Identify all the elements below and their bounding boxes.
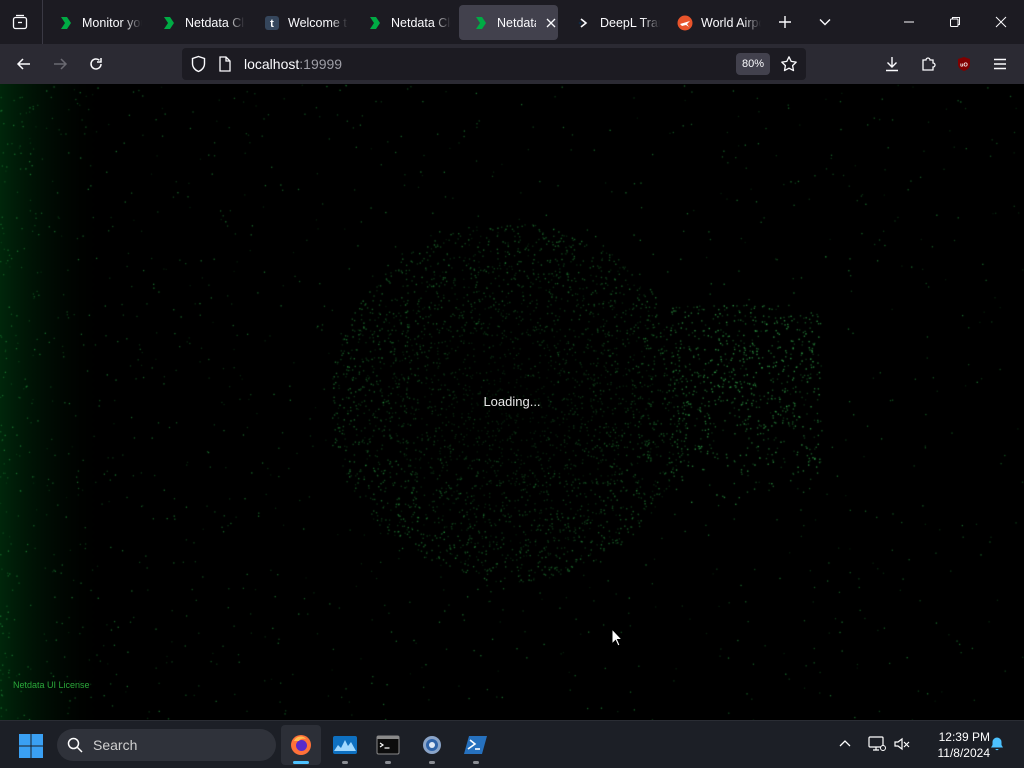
taskbar-search-box[interactable]: Search: [57, 729, 276, 761]
arrow-left-icon: [16, 58, 30, 70]
tab-title: World Airports: [701, 15, 761, 30]
zoom-level-badge[interactable]: 80%: [736, 53, 771, 75]
taskbar-firefox[interactable]: [281, 725, 321, 765]
address-bar[interactable]: localhost:19999 80%: [182, 48, 806, 80]
ublock-origin-button[interactable]: uO: [950, 50, 978, 78]
clock-date: 11/8/2024: [937, 746, 991, 760]
airport-icon: [677, 15, 693, 31]
reload-button[interactable]: [82, 50, 110, 78]
download-icon: [886, 57, 898, 72]
loading-text: Loading...: [483, 394, 541, 409]
mouse-cursor-icon: [611, 627, 624, 652]
tab-overview-icon: [12, 14, 28, 30]
network-status-button[interactable]: [866, 733, 888, 755]
page-content: Loading... Netdata UI License: [0, 84, 1024, 720]
taskbar-terminal[interactable]: [368, 725, 408, 765]
tab-netdata-cloud-2[interactable]: Netdata Cloud: [353, 5, 451, 40]
windows-logo-icon: [19, 734, 43, 758]
restore-icon: [950, 17, 960, 27]
minimize-icon: [904, 21, 914, 23]
search-placeholder: Search: [93, 737, 138, 753]
firefox-icon: [291, 735, 311, 755]
tab-monitor-your[interactable]: Monitor your: [44, 5, 142, 40]
url-host: localhost: [244, 56, 300, 72]
clock-time: 12:39 PM: [938, 730, 990, 744]
reload-icon: [90, 58, 102, 70]
downloads-button[interactable]: [878, 50, 906, 78]
list-all-tabs-button[interactable]: [802, 0, 848, 44]
restore-button[interactable]: [932, 0, 978, 44]
running-indicator: [342, 761, 348, 764]
url-text[interactable]: localhost:19999: [244, 56, 342, 72]
app-menu-button[interactable]: [986, 50, 1014, 78]
netdata-monitor-icon: [333, 736, 357, 754]
puzzle-icon: [922, 57, 936, 71]
terminal-icon: [376, 735, 400, 755]
tab-title: DeepL Translate: [600, 15, 660, 30]
tab-welcome[interactable]: t Welcome to: [250, 5, 348, 40]
chevron-down-icon: [819, 19, 831, 26]
search-icon: [67, 737, 83, 758]
tab-title: Netdata: [497, 15, 536, 30]
running-indicator: [385, 761, 391, 764]
taskbar-powershell[interactable]: [456, 725, 496, 765]
taskbar-netdata-monitor[interactable]: [325, 725, 365, 765]
arrow-right-icon: [54, 58, 68, 70]
minimize-button[interactable]: [886, 0, 932, 44]
network-icon: [868, 736, 886, 751]
netdata-icon: [367, 15, 383, 31]
tumblr-icon: t: [264, 15, 280, 31]
taskbar-settings[interactable]: [412, 725, 452, 765]
svg-text:uO: uO: [960, 63, 968, 69]
back-button[interactable]: [10, 50, 38, 78]
tab-deepl[interactable]: DeepL Translate: [562, 5, 660, 40]
tab-separator: [42, 0, 43, 44]
forward-button[interactable]: [46, 50, 74, 78]
running-indicator: [429, 761, 435, 764]
notifications-button[interactable]: [986, 733, 1008, 755]
tab-title: Netdata Cloud: [185, 15, 245, 30]
volume-muted-icon: [894, 737, 910, 751]
start-button[interactable]: [18, 733, 44, 764]
netdata-icon: [473, 15, 489, 31]
extensions-button[interactable]: [914, 50, 942, 78]
bookmark-star-icon[interactable]: [780, 55, 798, 78]
tab-title: Netdata Cloud: [391, 15, 451, 30]
bell-icon: [991, 737, 1003, 751]
tab-netdata-active[interactable]: Netdata: [459, 5, 558, 40]
chevron-up-icon: [839, 740, 851, 747]
system-clock[interactable]: 12:39 PM 11/8/2024: [918, 729, 991, 761]
ublock-origin-icon: uO: [958, 57, 970, 71]
active-indicator: [293, 761, 309, 764]
volume-button[interactable]: [891, 733, 913, 755]
tab-title: Monitor your: [82, 15, 142, 30]
license-link[interactable]: Netdata UI License: [13, 680, 90, 690]
tab-overview-button[interactable]: [8, 10, 32, 34]
page-info-icon[interactable]: [218, 56, 232, 77]
netdata-icon: [161, 15, 177, 31]
tab-netdata-cloud-1[interactable]: Netdata Cloud: [147, 5, 245, 40]
tab-title: Welcome to: [288, 15, 348, 30]
hamburger-menu-icon: [994, 58, 1006, 70]
tab-world-airports[interactable]: World Airports: [663, 5, 761, 40]
deepl-icon: [576, 15, 592, 31]
close-icon: [995, 16, 1007, 28]
show-hidden-icons-button[interactable]: [834, 733, 856, 755]
close-window-button[interactable]: [978, 0, 1024, 44]
tab-bar: Monitor your Netdata Cloud t Welcome to …: [0, 0, 1024, 44]
close-tab-icon[interactable]: [544, 16, 558, 30]
shield-icon[interactable]: [190, 55, 207, 78]
taskbar: Search 12:39 PM 11/8/2024: [0, 720, 1024, 768]
netdata-icon: [58, 15, 74, 31]
url-port: :19999: [299, 56, 343, 72]
running-indicator: [473, 761, 479, 764]
powershell-icon: [464, 736, 487, 754]
svg-text:t: t: [270, 18, 274, 30]
plus-icon: [779, 16, 791, 28]
settings-icon: [423, 736, 441, 754]
